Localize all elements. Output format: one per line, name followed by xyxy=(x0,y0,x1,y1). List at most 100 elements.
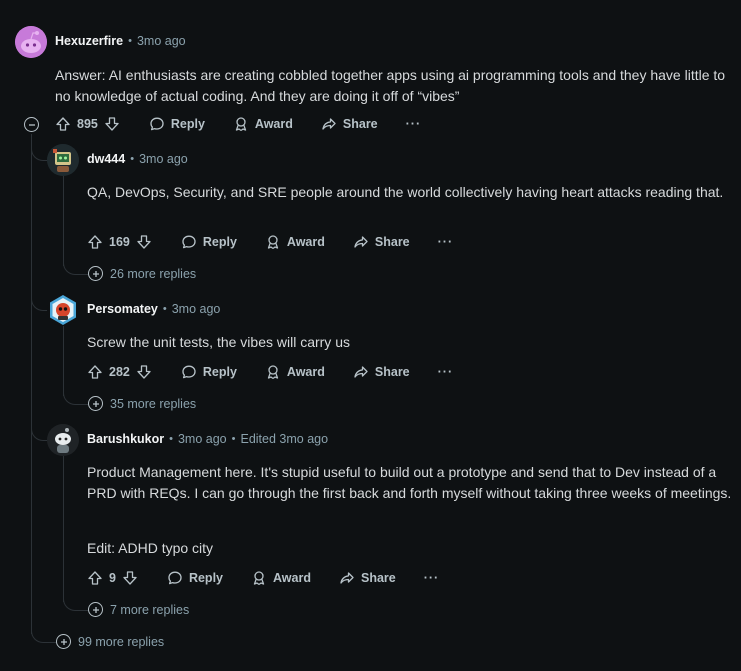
more-replies-label: 99 more replies xyxy=(78,634,165,649)
award-button[interactable]: Award xyxy=(265,364,325,380)
share-label: Share xyxy=(342,117,378,131)
vote-group: 282 xyxy=(87,364,152,380)
username[interactable]: dw444 xyxy=(87,152,125,166)
reply-meta: dw444 • 3mo ago xyxy=(87,152,188,166)
root-meta: Hexuzerfire • 3mo ago xyxy=(55,34,186,48)
avatar[interactable] xyxy=(15,26,47,58)
edited-timestamp: Edited 3mo ago xyxy=(240,432,329,446)
vote-count: 895 xyxy=(77,117,98,131)
expand-icon xyxy=(56,634,71,649)
reply2-thread-line xyxy=(63,326,65,396)
snoo-avatar-icon xyxy=(15,26,47,58)
upvote-icon[interactable] xyxy=(87,364,103,380)
reply-label: Reply xyxy=(202,365,237,379)
timestamp[interactable]: 3mo ago xyxy=(137,34,186,48)
username[interactable]: Barushkukor xyxy=(87,432,164,446)
comment-icon xyxy=(182,235,196,249)
avatar[interactable] xyxy=(47,144,79,176)
avatar[interactable] xyxy=(47,424,79,456)
award-label: Award xyxy=(286,235,325,249)
comment-icon xyxy=(168,571,182,585)
reply1-thread-curve xyxy=(63,260,88,275)
more-icon: ··· xyxy=(437,235,454,249)
upvote-icon[interactable] xyxy=(87,570,103,586)
hexagon-avatar-icon xyxy=(50,295,76,325)
collapse-button[interactable] xyxy=(24,117,39,132)
share-icon xyxy=(354,366,368,378)
more-replies-link[interactable]: 26 more replies xyxy=(88,266,196,281)
vote-count: 282 xyxy=(109,365,130,379)
downvote-icon[interactable] xyxy=(136,234,152,250)
expand-icon xyxy=(88,602,103,617)
separator-dot: • xyxy=(128,35,132,47)
timestamp[interactable]: 3mo ago xyxy=(139,152,188,166)
award-button[interactable]: Award xyxy=(265,234,325,250)
more-replies-link[interactable]: 35 more replies xyxy=(88,396,196,411)
downvote-icon[interactable] xyxy=(136,364,152,380)
avatar[interactable] xyxy=(47,294,79,326)
username[interactable]: Persomatey xyxy=(87,302,158,316)
reply-button[interactable]: Reply xyxy=(181,234,237,250)
timestamp[interactable]: 3mo ago xyxy=(178,432,227,446)
reply-button[interactable]: Reply xyxy=(167,570,223,586)
downvote-icon[interactable] xyxy=(122,570,138,586)
reply-label: Reply xyxy=(202,235,237,249)
more-options-button[interactable]: ··· xyxy=(438,235,454,249)
vote-count: 9 xyxy=(109,571,116,585)
more-icon: ··· xyxy=(437,365,454,379)
reply-button[interactable]: Reply xyxy=(181,364,237,380)
reply2-thread-curve xyxy=(63,390,88,405)
more-icon: ··· xyxy=(405,117,422,131)
more-replies-link[interactable]: 7 more replies xyxy=(88,602,189,617)
share-icon xyxy=(340,572,354,584)
award-icon xyxy=(267,235,279,250)
reply-meta: Barushkukor • 3mo ago • Edited 3mo ago xyxy=(87,432,328,446)
separator-dot: • xyxy=(169,433,173,445)
more-options-button[interactable]: ··· xyxy=(406,117,422,131)
share-button[interactable]: Share xyxy=(321,116,378,132)
more-options-button[interactable]: ··· xyxy=(424,571,440,585)
comment-body: Screw the unit tests, the vibes will car… xyxy=(87,334,350,350)
root-thread-curve xyxy=(31,628,56,643)
vote-group: 169 xyxy=(87,234,152,250)
award-icon xyxy=(253,571,265,586)
award-icon xyxy=(235,117,247,132)
vote-count: 169 xyxy=(109,235,130,249)
award-button[interactable]: Award xyxy=(251,570,311,586)
more-replies-link[interactable]: 99 more replies xyxy=(56,634,164,649)
award-icon xyxy=(267,365,279,380)
timestamp[interactable]: 3mo ago xyxy=(172,302,221,316)
vote-group: 9 xyxy=(87,570,138,586)
separator-dot: • xyxy=(231,433,236,445)
reply-label: Reply xyxy=(188,571,223,585)
comment-icon xyxy=(182,365,196,379)
upvote-icon[interactable] xyxy=(55,116,71,132)
share-button[interactable]: Share xyxy=(353,364,410,380)
downvote-icon[interactable] xyxy=(104,116,120,132)
more-replies-label: 26 more replies xyxy=(110,266,197,281)
more-replies-label: 7 more replies xyxy=(110,602,190,617)
more-options-button[interactable]: ··· xyxy=(438,365,454,379)
separator-dot: • xyxy=(162,303,167,315)
upvote-icon[interactable] xyxy=(87,234,103,250)
share-label: Share xyxy=(374,235,410,249)
award-label: Award xyxy=(254,117,293,131)
reply-branch-3 xyxy=(31,426,48,441)
share-button[interactable]: Share xyxy=(353,234,410,250)
reply1-thread-line xyxy=(63,176,65,266)
reply3-thread-curve xyxy=(63,596,88,611)
username[interactable]: Hexuzerfire xyxy=(55,34,123,48)
vote-group: 895 xyxy=(55,116,120,132)
award-button[interactable]: Award xyxy=(233,116,293,132)
comment-body: Product Management here. It's stupid use… xyxy=(87,464,732,501)
reply-label: Reply xyxy=(170,117,205,131)
share-label: Share xyxy=(374,365,410,379)
share-button[interactable]: Share xyxy=(339,570,396,586)
reply-meta: Persomatey • 3mo ago xyxy=(87,302,220,316)
award-label: Award xyxy=(273,571,311,585)
more-replies-label: 35 more replies xyxy=(110,396,197,411)
reply-button[interactable]: Reply xyxy=(149,116,205,132)
separator-dot: • xyxy=(130,153,135,165)
reply3-thread-line xyxy=(63,456,65,602)
share-icon xyxy=(354,236,368,248)
